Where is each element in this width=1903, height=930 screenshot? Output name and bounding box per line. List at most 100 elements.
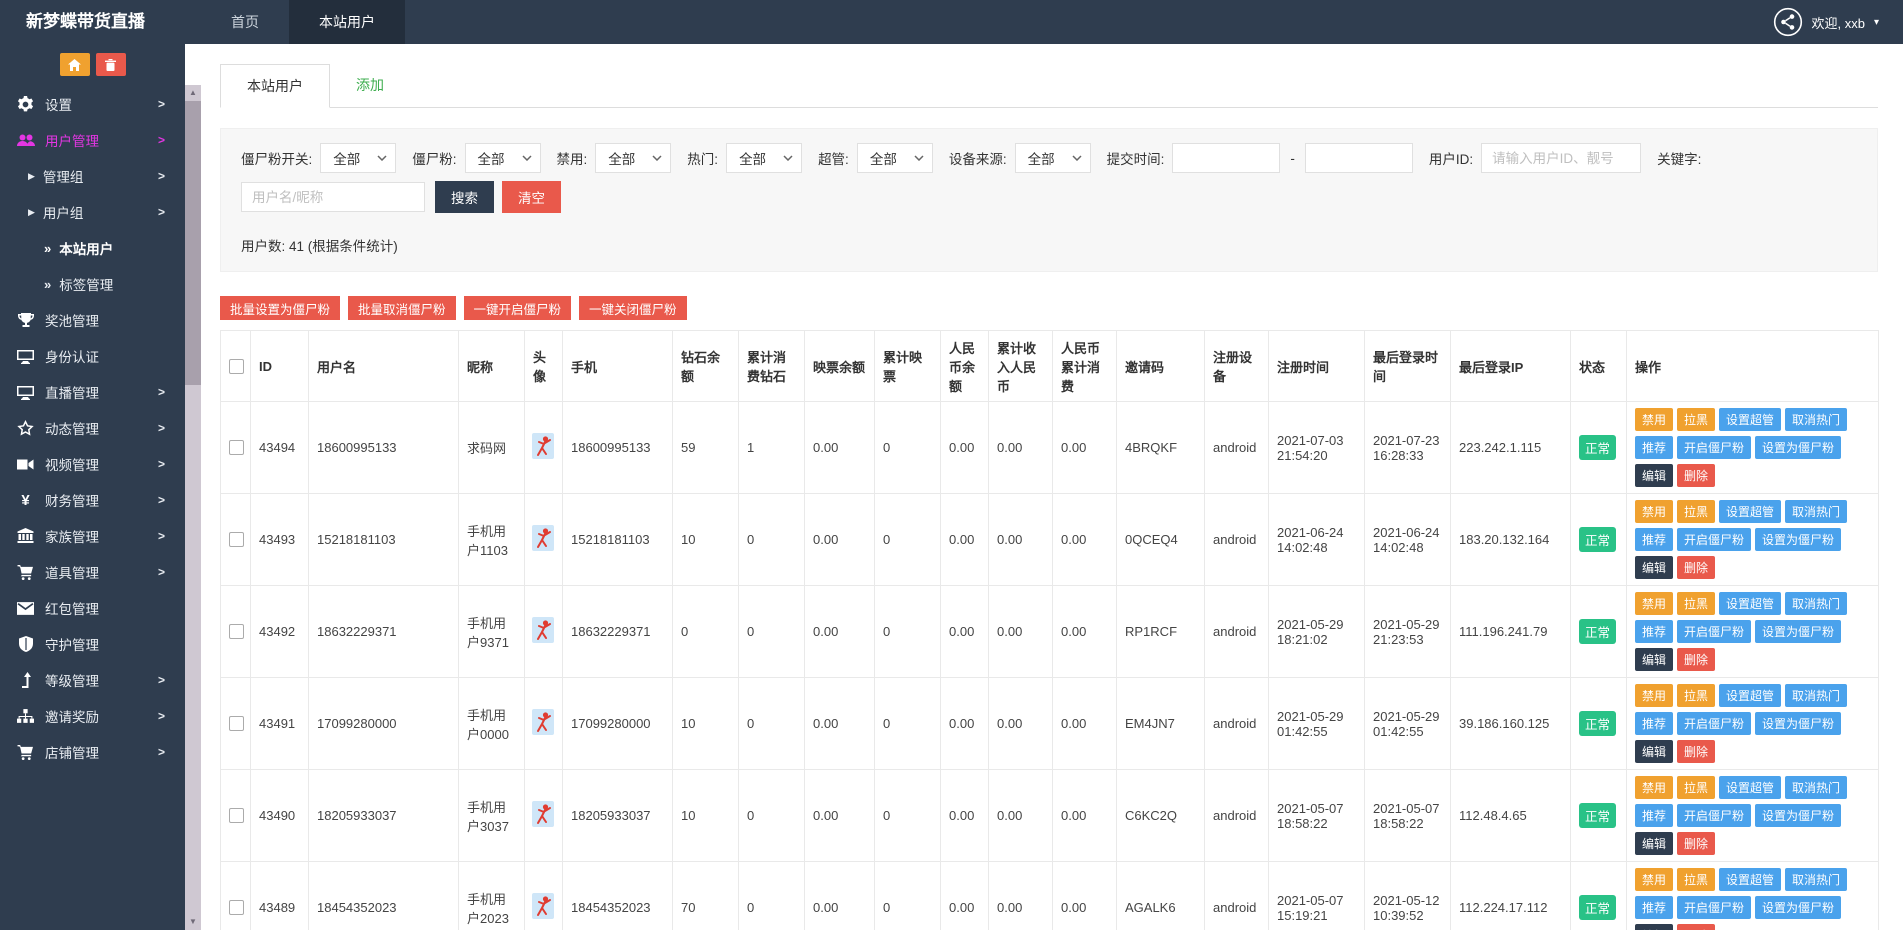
submit-time-end-input[interactable] xyxy=(1304,143,1413,173)
action-set-super-admin-button[interactable]: 设置超管 xyxy=(1719,684,1782,707)
action-blacklist-button[interactable]: 拉黑 xyxy=(1677,592,1716,615)
top-tab-home[interactable]: 首页 xyxy=(201,0,289,44)
user-id-input[interactable] xyxy=(1481,143,1642,173)
sidebar-item-finance-management[interactable]: ¥ 财务管理 > xyxy=(0,482,185,518)
action-cancel-hot-button[interactable]: 取消热门 xyxy=(1785,500,1848,523)
zombie-fan-select[interactable]: 全部 xyxy=(464,143,541,173)
tab-add[interactable]: 添加 xyxy=(330,64,410,107)
action-recommend-button[interactable]: 推荐 xyxy=(1635,528,1674,551)
action-cancel-hot-button[interactable]: 取消热门 xyxy=(1785,592,1848,615)
action-enable-zombie-button[interactable]: 开启僵尸粉 xyxy=(1677,436,1752,459)
sidebar-item-guard-management[interactable]: 守护管理 xyxy=(0,626,185,662)
action-cancel-hot-button[interactable]: 取消热门 xyxy=(1785,684,1848,707)
action-edit-button[interactable]: 编辑 xyxy=(1635,648,1674,671)
sidebar-item-family-management[interactable]: 家族管理 > xyxy=(0,518,185,554)
action-edit-button[interactable]: 编辑 xyxy=(1635,832,1674,855)
action-enable-zombie-button[interactable]: 开启僵尸粉 xyxy=(1677,804,1752,827)
action-set-super-admin-button[interactable]: 设置超管 xyxy=(1719,592,1782,615)
action-disable-button[interactable]: 禁用 xyxy=(1635,776,1674,799)
action-cancel-hot-button[interactable]: 取消热门 xyxy=(1785,408,1848,431)
disable-all-zombie-button[interactable]: 一键关闭僵尸粉 xyxy=(579,296,687,320)
sidebar-item-video-management[interactable]: 视频管理 > xyxy=(0,446,185,482)
action-cancel-hot-button[interactable]: 取消热门 xyxy=(1785,776,1848,799)
action-blacklist-button[interactable]: 拉黑 xyxy=(1677,500,1716,523)
clear-button[interactable]: 清空 xyxy=(502,181,561,213)
action-enable-zombie-button[interactable]: 开启僵尸粉 xyxy=(1677,896,1752,919)
action-set-as-zombie-button[interactable]: 设置为僵尸粉 xyxy=(1755,436,1842,459)
sidebar-scrollbar[interactable]: ▲ ▼ xyxy=(185,85,201,930)
action-recommend-button[interactable]: 推荐 xyxy=(1635,896,1674,919)
action-set-as-zombie-button[interactable]: 设置为僵尸粉 xyxy=(1755,712,1842,735)
trash-button[interactable] xyxy=(95,53,126,76)
row-checkbox[interactable] xyxy=(229,624,244,639)
enable-all-zombie-button[interactable]: 一键开启僵尸粉 xyxy=(463,296,572,320)
action-enable-zombie-button[interactable]: 开启僵尸粉 xyxy=(1677,620,1752,643)
action-recommend-button[interactable]: 推荐 xyxy=(1635,804,1674,827)
zombie-switch-select[interactable]: 全部 xyxy=(320,143,397,173)
action-edit-button[interactable]: 编辑 xyxy=(1635,464,1674,487)
action-disable-button[interactable]: 禁用 xyxy=(1635,592,1674,615)
search-button[interactable]: 搜索 xyxy=(435,181,494,213)
action-set-as-zombie-button[interactable]: 设置为僵尸粉 xyxy=(1755,804,1842,827)
keyword-input[interactable] xyxy=(241,182,425,212)
action-recommend-button[interactable]: 推荐 xyxy=(1635,436,1674,459)
submit-time-start-input[interactable] xyxy=(1172,143,1281,173)
action-enable-zombie-button[interactable]: 开启僵尸粉 xyxy=(1677,528,1752,551)
action-edit-button[interactable]: 编辑 xyxy=(1635,740,1674,763)
action-delete-button[interactable]: 删除 xyxy=(1677,924,1716,930)
row-checkbox[interactable] xyxy=(229,716,244,731)
batch-set-zombie-button[interactable]: 批量设置为僵尸粉 xyxy=(220,296,341,320)
sidebar-item-red-packet-management[interactable]: 红包管理 xyxy=(0,590,185,626)
action-edit-button[interactable]: 编辑 xyxy=(1635,556,1674,579)
top-tab-site-users[interactable]: 本站用户 xyxy=(289,0,405,44)
action-set-super-admin-button[interactable]: 设置超管 xyxy=(1719,408,1782,431)
sidebar-item-settings[interactable]: 设置 > xyxy=(0,86,185,122)
action-recommend-button[interactable]: 推荐 xyxy=(1635,712,1674,735)
row-checkbox[interactable] xyxy=(229,440,244,455)
row-checkbox[interactable] xyxy=(229,900,244,915)
row-checkbox[interactable] xyxy=(229,532,244,547)
sidebar-item-user-group[interactable]: ▶ 用户组 > xyxy=(0,194,185,230)
sidebar-item-tag-management[interactable]: » 标签管理 xyxy=(0,266,185,302)
action-set-as-zombie-button[interactable]: 设置为僵尸粉 xyxy=(1755,896,1842,919)
sidebar-item-site-users[interactable]: » 本站用户 xyxy=(0,230,185,266)
action-recommend-button[interactable]: 推荐 xyxy=(1635,620,1674,643)
action-delete-button[interactable]: 删除 xyxy=(1677,556,1716,579)
action-blacklist-button[interactable]: 拉黑 xyxy=(1677,776,1716,799)
sidebar-item-props-management[interactable]: 道具管理 > xyxy=(0,554,185,590)
row-checkbox[interactable] xyxy=(229,808,244,823)
scrollbar-thumb[interactable] xyxy=(185,101,201,385)
action-disable-button[interactable]: 禁用 xyxy=(1635,868,1674,891)
action-blacklist-button[interactable]: 拉黑 xyxy=(1677,868,1716,891)
action-delete-button[interactable]: 删除 xyxy=(1677,740,1716,763)
sidebar-item-moments-management[interactable]: 动态管理 > xyxy=(0,410,185,446)
scroll-up-icon[interactable]: ▲ xyxy=(185,86,201,100)
action-set-super-admin-button[interactable]: 设置超管 xyxy=(1719,868,1782,891)
sidebar-item-level-management[interactable]: 等级管理 > xyxy=(0,662,185,698)
action-disable-button[interactable]: 禁用 xyxy=(1635,684,1674,707)
action-edit-button[interactable]: 编辑 xyxy=(1635,924,1674,930)
action-delete-button[interactable]: 删除 xyxy=(1677,832,1716,855)
action-set-as-zombie-button[interactable]: 设置为僵尸粉 xyxy=(1755,620,1842,643)
action-set-super-admin-button[interactable]: 设置超管 xyxy=(1719,500,1782,523)
sidebar-item-admin-group[interactable]: ▶ 管理组 > xyxy=(0,158,185,194)
sidebar-item-shop-management[interactable]: 店铺管理 > xyxy=(0,734,185,770)
action-blacklist-button[interactable]: 拉黑 xyxy=(1677,408,1716,431)
batch-cancel-zombie-button[interactable]: 批量取消僵尸粉 xyxy=(348,296,456,320)
disabled-select[interactable]: 全部 xyxy=(595,143,672,173)
action-delete-button[interactable]: 删除 xyxy=(1677,648,1716,671)
sidebar-item-user-management[interactable]: 用户管理 > xyxy=(0,122,185,158)
sidebar-item-live-management[interactable]: 直播管理 > xyxy=(0,374,185,410)
action-delete-button[interactable]: 删除 xyxy=(1677,464,1716,487)
action-cancel-hot-button[interactable]: 取消热门 xyxy=(1785,868,1848,891)
action-disable-button[interactable]: 禁用 xyxy=(1635,500,1674,523)
sidebar-item-identity-verification[interactable]: 身份认证 xyxy=(0,338,185,374)
hot-select[interactable]: 全部 xyxy=(726,143,803,173)
sidebar-item-invite-reward[interactable]: 邀请奖励 > xyxy=(0,698,185,734)
device-source-select[interactable]: 全部 xyxy=(1014,143,1091,173)
sidebar-item-prize-pool-management[interactable]: 奖池管理 xyxy=(0,302,185,338)
action-blacklist-button[interactable]: 拉黑 xyxy=(1677,684,1716,707)
scroll-down-icon[interactable]: ▼ xyxy=(185,915,201,929)
tab-site-users[interactable]: 本站用户 xyxy=(220,64,330,108)
user-menu[interactable]: 欢迎, xxb ▾ xyxy=(1773,0,1903,44)
